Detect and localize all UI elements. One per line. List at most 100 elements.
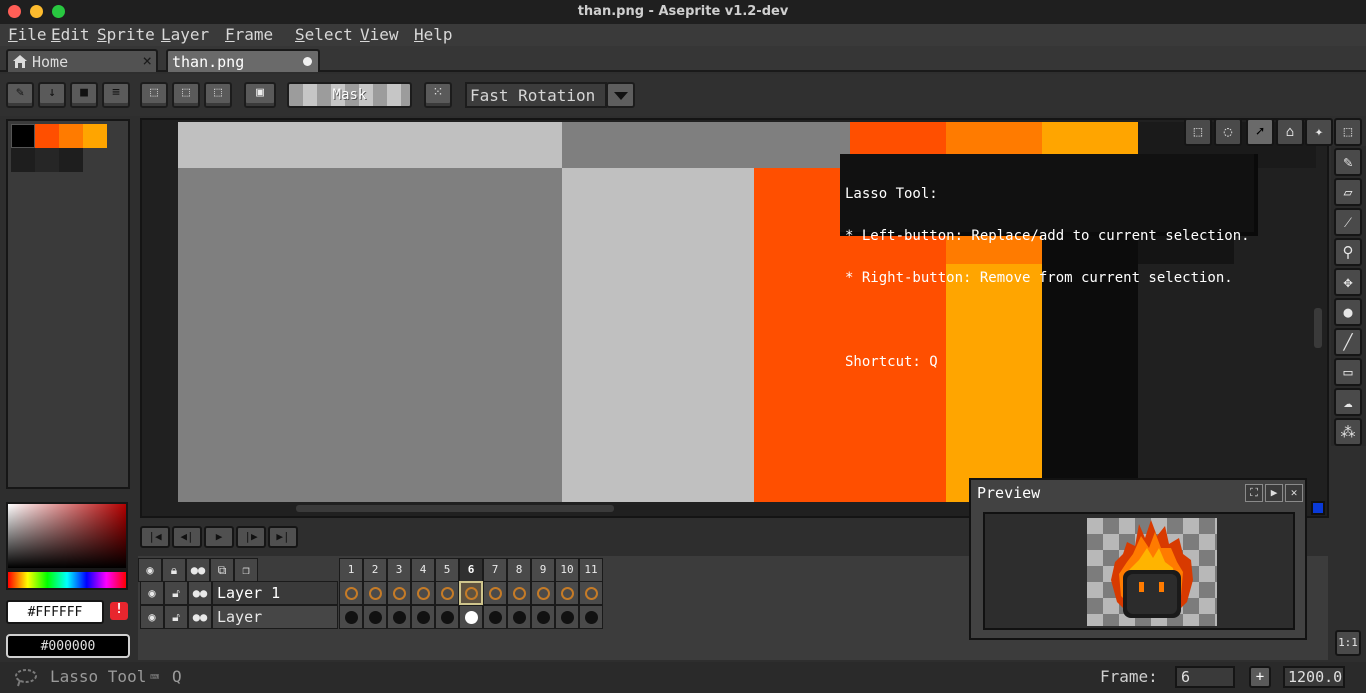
blur-tool[interactable]: ⁂ bbox=[1334, 418, 1362, 446]
selection-mode-replace-button[interactable]: ⬚ bbox=[140, 82, 168, 108]
palette-swatch-empty[interactable] bbox=[11, 148, 35, 172]
palette-swatch-empty[interactable] bbox=[35, 148, 59, 172]
last-frame-button[interactable]: ▶| bbox=[268, 526, 298, 548]
cel-filled[interactable] bbox=[531, 605, 555, 629]
color-spectrum[interactable] bbox=[6, 502, 128, 570]
new-frame-button[interactable]: + bbox=[1249, 666, 1271, 688]
paint-bucket-tool[interactable]: ● bbox=[1334, 298, 1362, 326]
toggle-all-lock-button[interactable]: 🔒︎ bbox=[162, 558, 186, 582]
preview-play-button[interactable]: ▶ bbox=[1265, 484, 1283, 502]
frame-header[interactable]: 2 bbox=[363, 558, 387, 582]
frame-header[interactable]: 4 bbox=[411, 558, 435, 582]
transparent-color-button[interactable]: ▣ bbox=[244, 82, 276, 108]
cel-filled[interactable] bbox=[363, 605, 387, 629]
foreground-color-button[interactable]: #FFFFFF bbox=[6, 600, 104, 624]
cel-filled[interactable] bbox=[555, 605, 579, 629]
pencil-tool[interactable]: ✎ bbox=[1334, 148, 1362, 176]
current-frame-input[interactable]: 6 bbox=[1175, 666, 1235, 688]
cel-filled[interactable] bbox=[435, 605, 459, 629]
cel-empty[interactable] bbox=[579, 581, 603, 605]
layer-visibility-toggle[interactable]: ◉ bbox=[140, 605, 164, 629]
list-button[interactable]: ≡ bbox=[102, 82, 130, 108]
cel-empty[interactable] bbox=[387, 581, 411, 605]
next-frame-button[interactable]: |▶ bbox=[236, 526, 266, 548]
cel-filled[interactable] bbox=[579, 605, 603, 629]
move-tool[interactable]: ✥ bbox=[1334, 268, 1362, 296]
mask-color-button[interactable]: Mask bbox=[287, 82, 412, 108]
layer-row[interactable]: ◉ 🔓︎ ●● Layer 1 bbox=[140, 581, 338, 605]
frame-header[interactable]: 9 bbox=[531, 558, 555, 582]
warning-icon[interactable]: ! bbox=[110, 602, 128, 620]
frame-header[interactable]: 7 bbox=[483, 558, 507, 582]
cel-empty[interactable] bbox=[531, 581, 555, 605]
zoom-input[interactable]: 1200.0 bbox=[1283, 666, 1345, 688]
modified-dot-icon[interactable] bbox=[303, 57, 312, 66]
pivot-button[interactable]: ⁙ bbox=[424, 82, 452, 108]
tab-than-png[interactable]: than.png bbox=[166, 49, 320, 72]
first-frame-button[interactable]: |◀ bbox=[140, 526, 170, 548]
cel-empty[interactable] bbox=[363, 581, 387, 605]
layer-row[interactable]: ◉ 🔓︎ ●● Layer bbox=[140, 605, 338, 629]
pencil-mode-button[interactable]: ✎ bbox=[6, 82, 34, 108]
eraser-tool[interactable]: ▱ bbox=[1334, 178, 1362, 206]
cel-empty[interactable] bbox=[435, 581, 459, 605]
cel-empty[interactable] bbox=[555, 581, 579, 605]
close-tab-icon[interactable]: × bbox=[142, 51, 152, 70]
preview-center-button[interactable]: ⛶ bbox=[1245, 484, 1263, 502]
previous-frame-button[interactable]: ◀| bbox=[172, 526, 202, 548]
cel-filled[interactable] bbox=[411, 605, 435, 629]
cel-empty[interactable] bbox=[411, 581, 435, 605]
magic-wand-tool[interactable]: ✦ bbox=[1305, 118, 1333, 146]
play-button[interactable]: ▶ bbox=[204, 526, 234, 548]
cel-filled[interactable] bbox=[483, 605, 507, 629]
layer-lock-toggle[interactable]: 🔓︎ bbox=[164, 581, 188, 605]
hue-slider[interactable] bbox=[6, 570, 128, 590]
menu-file[interactable]: File bbox=[8, 25, 47, 44]
save-button[interactable]: ■ bbox=[70, 82, 98, 108]
menu-select[interactable]: Select bbox=[295, 25, 353, 44]
layer-continuous-toggle[interactable]: ●● bbox=[188, 605, 212, 629]
eyedropper-tool[interactable]: ⁄ bbox=[1334, 208, 1362, 236]
selection-mode-add-button[interactable]: ⬚ bbox=[172, 82, 200, 108]
frame-header[interactable]: 1 bbox=[339, 558, 363, 582]
layer-visibility-toggle[interactable]: ◉ bbox=[140, 581, 164, 605]
palette-swatch-amber[interactable] bbox=[83, 124, 107, 148]
rotation-algorithm-select[interactable]: Fast Rotation bbox=[465, 82, 607, 108]
line-tool[interactable]: ╱ bbox=[1334, 328, 1362, 356]
layer-lock-toggle[interactable]: 🔓︎ bbox=[164, 605, 188, 629]
palette-swatch-orange[interactable] bbox=[59, 124, 83, 148]
rotation-dropdown-button[interactable] bbox=[606, 82, 635, 108]
horizontal-scrollbar[interactable] bbox=[296, 505, 614, 512]
frame-header[interactable]: 5 bbox=[435, 558, 459, 582]
cel-filled-current[interactable] bbox=[459, 605, 483, 629]
polygonal-lasso-tool[interactable]: ⌂ bbox=[1276, 118, 1304, 146]
frame-header[interactable]: 8 bbox=[507, 558, 531, 582]
frame-header-active[interactable]: 6 bbox=[459, 558, 483, 582]
frame-header[interactable]: 3 bbox=[387, 558, 411, 582]
selection-tool-group[interactable]: ⬚ bbox=[1334, 118, 1362, 146]
frame-header[interactable]: 10 bbox=[555, 558, 579, 582]
menu-view[interactable]: View bbox=[360, 25, 399, 44]
preview-viewport[interactable] bbox=[983, 512, 1295, 630]
layer-name[interactable]: Layer 1 bbox=[212, 581, 338, 605]
menu-layer[interactable]: Layer bbox=[161, 25, 209, 44]
rectangular-marquee-tool[interactable]: ⬚ bbox=[1184, 118, 1212, 146]
palette-swatch-empty[interactable] bbox=[59, 148, 83, 172]
cel-empty[interactable] bbox=[483, 581, 507, 605]
cel-filled[interactable] bbox=[387, 605, 411, 629]
cel-active[interactable] bbox=[459, 581, 483, 605]
preview-close-button[interactable]: ✕ bbox=[1285, 484, 1303, 502]
zoom-actual-size-button[interactable]: 1:1 bbox=[1335, 630, 1361, 656]
toggle-all-visibility-button[interactable]: ◉ bbox=[138, 558, 162, 582]
layer-name[interactable]: Layer bbox=[212, 605, 338, 629]
toggle-continuous-button[interactable]: ●● bbox=[186, 558, 210, 582]
preview-window[interactable]: Preview ⛶ ▶ ✕ bbox=[969, 478, 1307, 640]
lasso-tool[interactable]: ➚ bbox=[1246, 118, 1274, 146]
cel-empty[interactable] bbox=[339, 581, 363, 605]
download-button[interactable]: ↓ bbox=[38, 82, 66, 108]
background-color-button[interactable]: #000000 bbox=[6, 634, 130, 658]
vertical-scrollbar[interactable] bbox=[1314, 308, 1322, 348]
palette-swatch-red-orange[interactable] bbox=[35, 124, 59, 148]
cel-empty[interactable] bbox=[507, 581, 531, 605]
menu-help[interactable]: Help bbox=[414, 25, 453, 44]
